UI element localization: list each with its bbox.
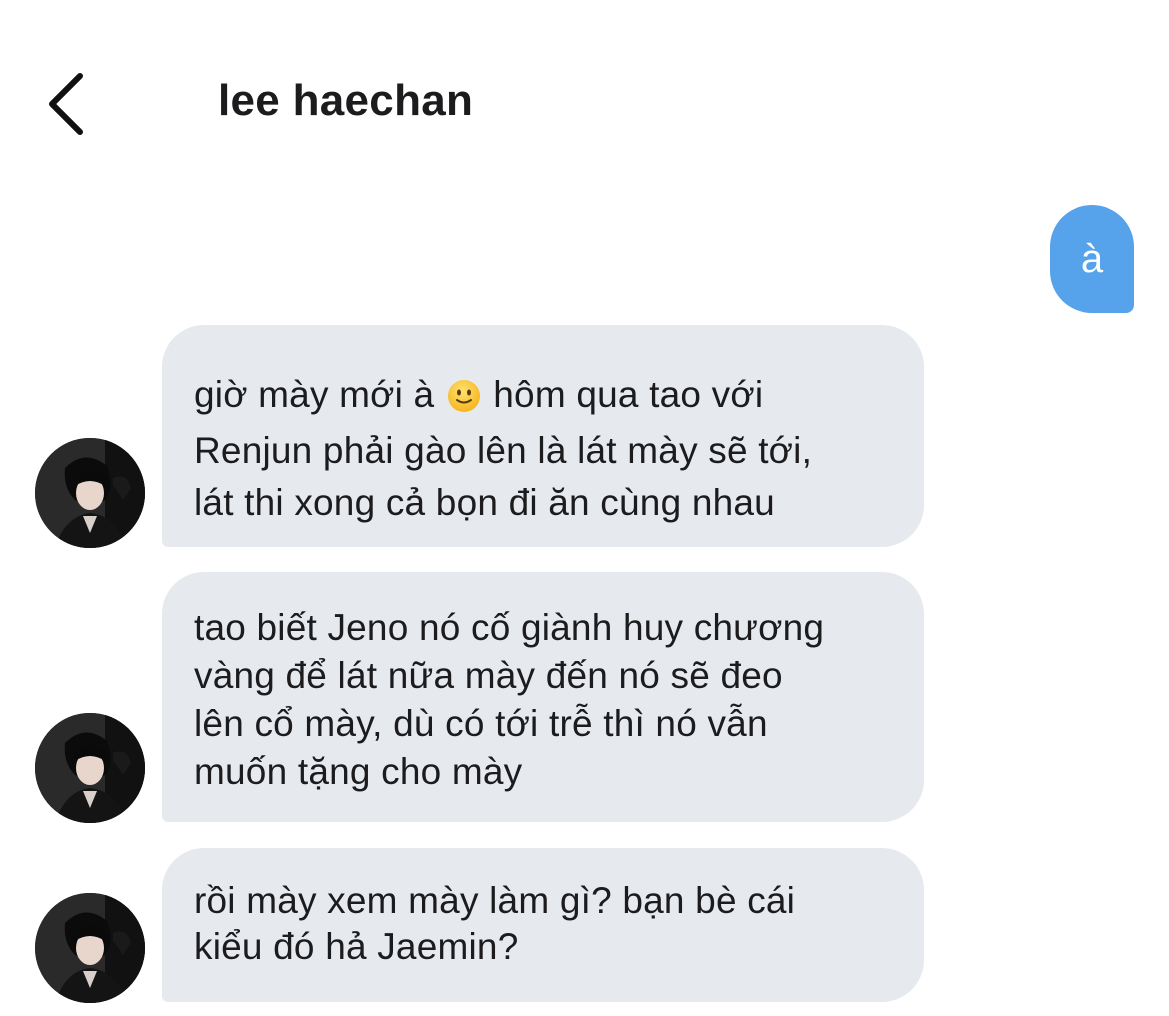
received-message-bubble[interactable]: rồi mày xem mày làm gì? bạn bè cái kiểu …: [162, 848, 924, 1002]
received-message-bubble[interactable]: giờ mày mới à hôm qua tao với Renjun phả…: [162, 325, 924, 547]
received-message-bubble[interactable]: tao biết Jeno nó cố giành huy chương vàn…: [162, 572, 924, 822]
avatar[interactable]: [35, 713, 145, 823]
message-line: lát thi xong cả bọn đi ăn cùng nhau: [194, 482, 775, 523]
chevron-left-icon: [49, 73, 83, 135]
sent-message-text: à: [1080, 236, 1104, 281]
avatar[interactable]: [35, 438, 145, 548]
sent-message-bubble[interactable]: à: [1050, 205, 1134, 313]
avatar-photo: [35, 713, 145, 823]
message-line: giờ mày mới à hôm qua tao với: [194, 374, 764, 415]
avatar-photo: [35, 893, 145, 1003]
chat-header: lee haechan: [0, 0, 1169, 200]
chat-title: lee haechan: [218, 76, 474, 125]
message-line: muốn tặng cho mày: [194, 751, 523, 792]
message-line: lên cổ mày, dù có tới trễ thì nó vẫn: [194, 703, 768, 744]
message-line: Renjun phải gào lên là lát mày sẽ tới,: [194, 430, 813, 471]
message-line: rồi mày xem mày làm gì? bạn bè cái: [194, 880, 796, 921]
avatar-photo: [35, 438, 145, 548]
avatar[interactable]: [35, 893, 145, 1003]
message-line: kiểu đó hả Jaemin?: [194, 926, 519, 967]
back-button[interactable]: [40, 68, 96, 140]
message-line: vàng để lát nữa mày đến nó sẽ đeo: [194, 655, 783, 696]
slightly-smiling-face-icon: [447, 380, 480, 412]
message-line: tao biết Jeno nó cố giành huy chương: [194, 607, 825, 648]
